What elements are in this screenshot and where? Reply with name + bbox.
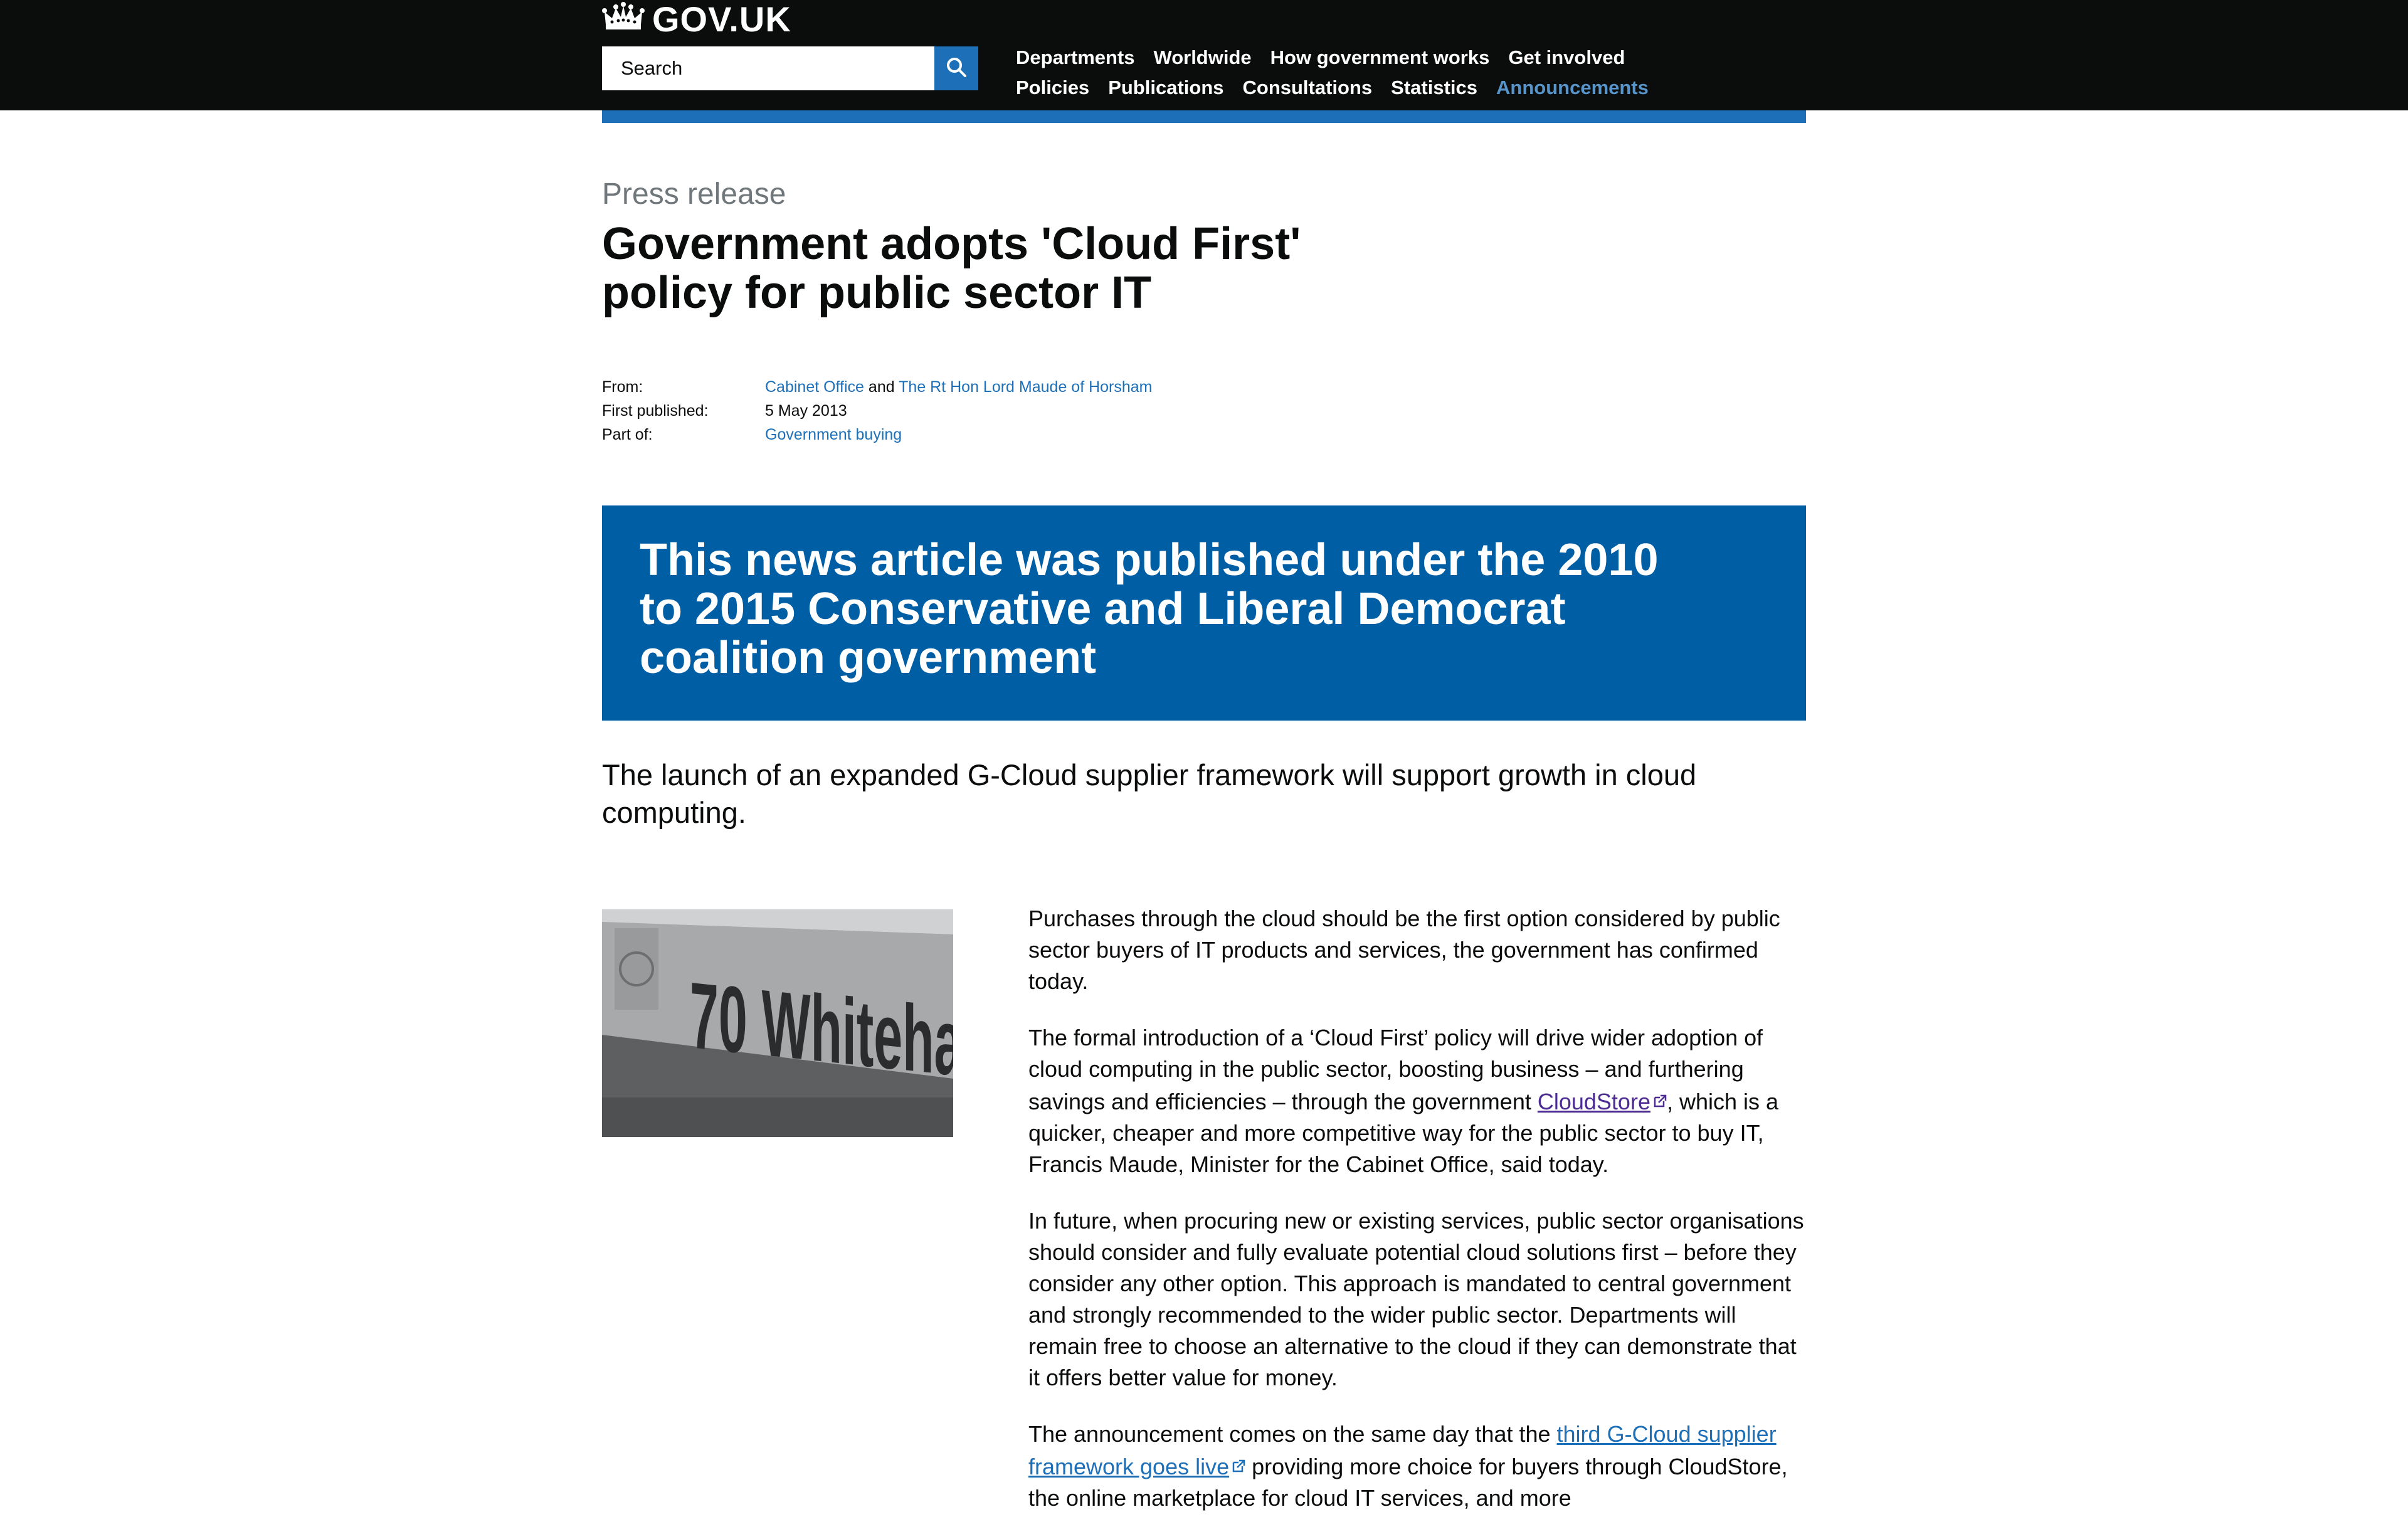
page-title: Government adopts 'Cloud First' policy f… (602, 219, 1301, 318)
nav-consultations[interactable]: Consultations (1243, 77, 1373, 99)
crown-icon (602, 1, 652, 36)
meta-published: First published: 5 May 2013 (602, 399, 1153, 423)
lead-paragraph: The launch of an expanded G-Cloud suppli… (602, 758, 1697, 829)
body-paragraph-2: The formal introduction of a ‘Cloud Firs… (1028, 1022, 1806, 1180)
nav-worldwide[interactable]: Worldwide (1154, 46, 1252, 69)
nav-departments[interactable]: Departments (1016, 46, 1135, 69)
nav-how-government-works[interactable]: How government works (1270, 46, 1490, 69)
history-notice-text: This news article was published under th… (640, 535, 1659, 683)
govuk-logo-link[interactable]: GOV.UK (602, 0, 791, 39)
nav-row-secondary: Policies Publications Consultations Stat… (1016, 73, 1667, 103)
article-image-70-whitehall: 70 Whitehall (602, 909, 953, 1137)
nav-get-involved[interactable]: Get involved (1508, 46, 1625, 69)
article-body: Purchases through the cloud should be th… (1028, 903, 1806, 1539)
meta-published-label: First published: (602, 401, 709, 420)
body-paragraph-3: In future, when procuring new or existin… (1028, 1208, 1804, 1390)
search-icon (945, 56, 968, 82)
main-navigation: Departments Worldwide How government wor… (1016, 43, 1667, 103)
site-header: GOV.UK Departments Worldwide How governm… (0, 0, 2408, 110)
link-cloudstore[interactable]: CloudStore (1538, 1089, 1667, 1114)
external-link-icon (1653, 1085, 1667, 1108)
meta-from: From: Cabinet Office and The Rt Hon Lord… (602, 375, 1153, 399)
link-cloudstore-label: CloudStore (1537, 1089, 1650, 1114)
meta-from-and: and (868, 378, 895, 396)
link-government-buying[interactable]: Government buying (765, 426, 902, 444)
nav-policies[interactable]: Policies (1016, 77, 1089, 99)
nav-announcements[interactable]: Announcements (1496, 77, 1649, 99)
body-paragraph-4: The announcement comes on the same day t… (1028, 1419, 1806, 1514)
logo-text: GOV.UK (652, 0, 791, 39)
meta-from-value: Cabinet Office and The Rt Hon Lord Maude… (765, 378, 1153, 396)
nav-publications[interactable]: Publications (1108, 77, 1223, 99)
link-cabinet-office[interactable]: Cabinet Office (765, 378, 864, 396)
nav-row-primary: Departments Worldwide How government wor… (1016, 43, 1667, 73)
header-accent-bar (602, 110, 1806, 123)
search-button[interactable] (934, 46, 978, 90)
link-lord-maude[interactable]: The Rt Hon Lord Maude of Horsham (899, 378, 1152, 396)
search-input[interactable] (602, 46, 934, 90)
meta-from-label: From: (602, 378, 643, 396)
nav-statistics[interactable]: Statistics (1391, 77, 1477, 99)
external-link-icon (1232, 1450, 1245, 1473)
history-notice: This news article was published under th… (602, 505, 1806, 721)
meta-part-of-label: Part of: (602, 425, 653, 443)
meta-published-date: 5 May 2013 (765, 401, 847, 420)
search-form (602, 46, 978, 90)
body-paragraph-4-start: The announcement comes on the same day t… (1028, 1421, 1557, 1447)
metadata: From: Cabinet Office and The Rt Hon Lord… (602, 375, 1153, 447)
meta-part-of: Part of: Government buying (602, 423, 1153, 447)
document-type: Press release (602, 177, 786, 211)
body-paragraph-1: Purchases through the cloud should be th… (1028, 906, 1780, 994)
